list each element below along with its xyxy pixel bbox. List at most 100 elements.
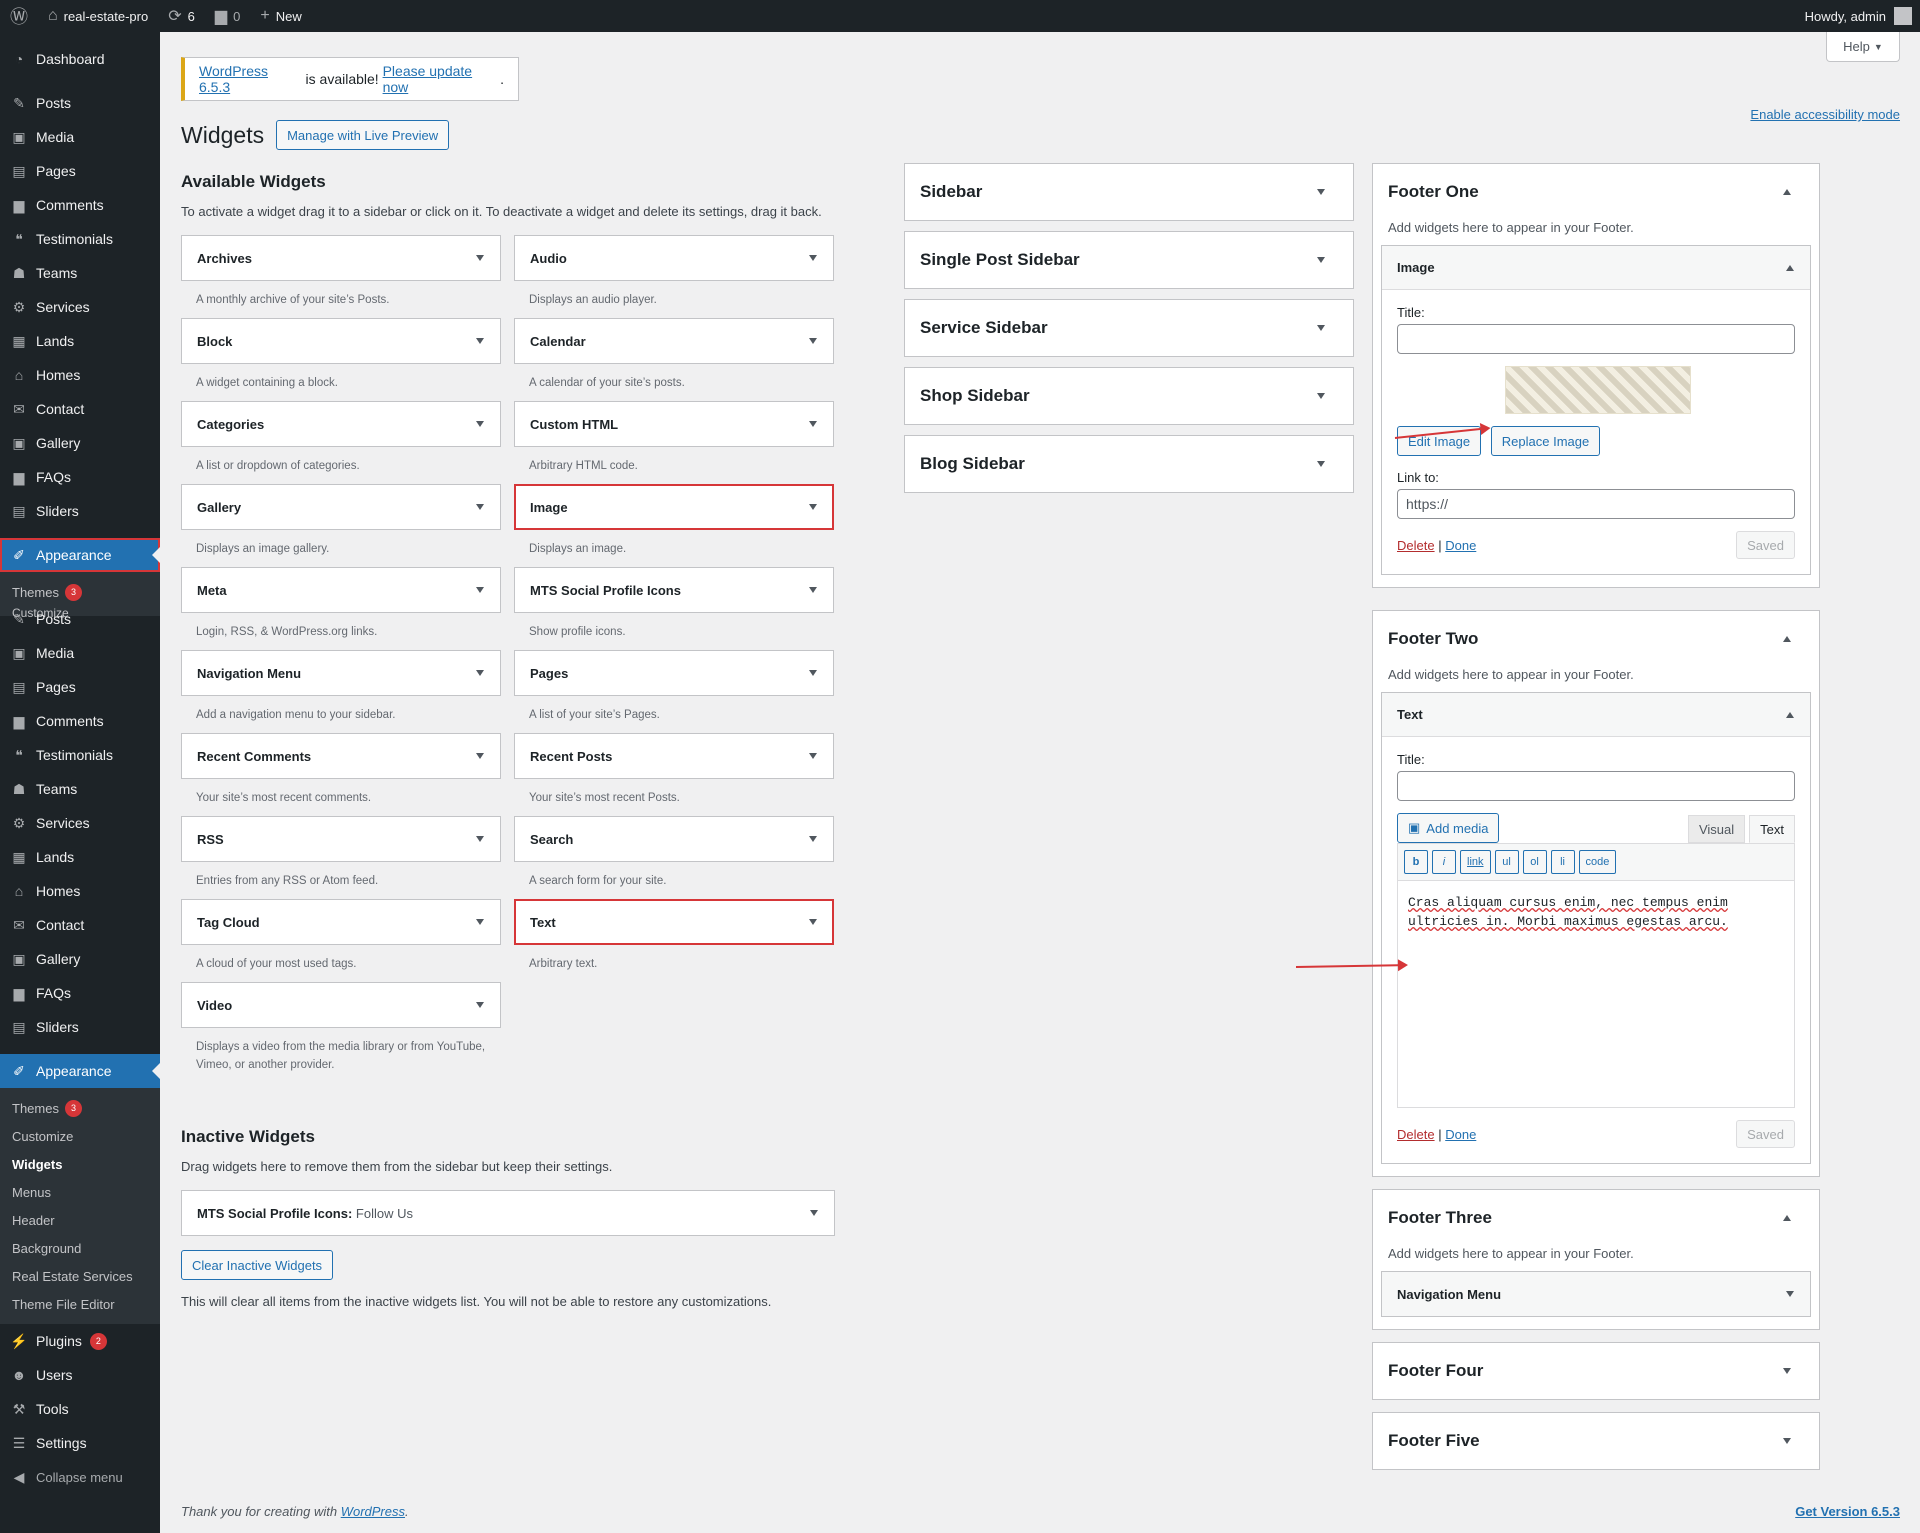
widget-meta[interactable]: Meta — [181, 567, 501, 613]
wordpress-logo-icon[interactable]: Ⓦ — [0, 0, 38, 32]
menu-teams-2[interactable]: ☗ Teams — [0, 772, 160, 806]
quicktag-ul[interactable]: ul — [1494, 850, 1519, 874]
menu-comments-2[interactable]: ▆ Comments — [0, 704, 160, 738]
widget-audio[interactable]: Audio — [514, 235, 834, 281]
navigation-menu-widget-header[interactable]: Navigation Menu — [1382, 1272, 1810, 1316]
wordpress-version-link[interactable]: WordPress 6.5.3 — [199, 63, 302, 95]
update-now-link[interactable]: Please update now — [383, 63, 501, 95]
manage-live-preview-button[interactable]: Manage with Live Preview — [276, 120, 450, 150]
area-sidebar[interactable]: Sidebar — [904, 163, 1354, 221]
area-shop-sidebar[interactable]: Shop Sidebar — [904, 367, 1354, 425]
image-link-input[interactable]: https:// — [1397, 489, 1795, 519]
add-media-button[interactable]: ▣ Add media — [1397, 813, 1500, 843]
quicktag-italic[interactable]: i — [1432, 850, 1456, 874]
submenu-header[interactable]: Header — [0, 1206, 160, 1234]
clear-inactive-widgets-button[interactable]: Clear Inactive Widgets — [181, 1250, 334, 1280]
menu-lands[interactable]: ▦ Lands — [0, 324, 160, 358]
menu-media[interactable]: ▣ Media — [0, 120, 160, 154]
area-footer-four[interactable]: Footer Four — [1372, 1342, 1820, 1400]
submenu-customize[interactable]: Customize — [0, 1122, 160, 1150]
widget-navigation-menu[interactable]: Navigation Menu — [181, 650, 501, 696]
menu-media-2[interactable]: ▣ Media — [0, 636, 160, 670]
menu-plugins[interactable]: ⚡ Plugins 2 — [0, 1324, 160, 1358]
quicktag-code[interactable]: code — [1578, 850, 1617, 874]
menu-tools[interactable]: ⚒ Tools — [0, 1392, 160, 1426]
menu-settings[interactable]: ☰ Settings — [0, 1426, 160, 1460]
done-link[interactable]: Done — [1445, 1127, 1476, 1142]
menu-testimonials-2[interactable]: ❝ Testimonials — [0, 738, 160, 772]
menu-homes[interactable]: ⌂ Homes — [0, 358, 160, 392]
done-link[interactable]: Done — [1445, 538, 1476, 553]
widget-tag-cloud[interactable]: Tag Cloud — [181, 899, 501, 945]
submenu-real-estate-services[interactable]: Real Estate Services — [0, 1262, 160, 1290]
image-title-input[interactable] — [1397, 324, 1795, 354]
area-footer-two-header[interactable]: Footer Two — [1373, 611, 1819, 667]
widget-calendar[interactable]: Calendar — [514, 318, 834, 364]
accessibility-mode-link[interactable]: Enable accessibility mode — [1750, 107, 1900, 122]
widget-gallery[interactable]: Gallery — [181, 484, 501, 530]
menu-services[interactable]: ⚙ Services — [0, 290, 160, 324]
quicktag-li[interactable]: li — [1550, 850, 1575, 874]
menu-gallery[interactable]: ▣ Gallery — [0, 426, 160, 460]
new-content-link[interactable]: + New — [250, 0, 311, 32]
menu-users[interactable]: ☻ Users — [0, 1358, 160, 1392]
menu-gallery-2[interactable]: ▣ Gallery — [0, 942, 160, 976]
comments-link[interactable]: ▆ 0 — [205, 0, 251, 32]
menu-posts-2[interactable]: ✎ Posts — [0, 602, 160, 636]
menu-pages-2[interactable]: ▤ Pages — [0, 670, 160, 704]
submenu-widgets[interactable]: Widgets — [0, 1150, 160, 1178]
inactive-widget-mts-social[interactable]: MTS Social Profile Icons: Follow Us — [181, 1190, 835, 1236]
updates-link[interactable]: ⟳ 6 — [158, 0, 205, 32]
text-widget-header[interactable]: Text — [1382, 693, 1810, 737]
area-single-post-sidebar[interactable]: Single Post Sidebar — [904, 231, 1354, 289]
menu-dashboard[interactable]: ◔ Dashboard — [0, 42, 160, 76]
submenu-themes[interactable]: Themes 3 — [0, 1094, 160, 1122]
menu-appearance[interactable]: ✐ Appearance — [0, 1054, 160, 1088]
menu-comments[interactable]: ▆ Comments — [0, 188, 160, 222]
image-preview[interactable] — [1505, 366, 1691, 414]
widget-search[interactable]: Search — [514, 816, 834, 862]
delete-link[interactable]: Delete — [1397, 1127, 1435, 1142]
widget-text[interactable]: Text — [514, 899, 834, 945]
widget-recent-posts[interactable]: Recent Posts — [514, 733, 834, 779]
area-footer-five[interactable]: Footer Five — [1372, 1412, 1820, 1470]
menu-testimonials[interactable]: ❝ Testimonials — [0, 222, 160, 256]
widget-rss[interactable]: RSS — [181, 816, 501, 862]
menu-homes-2[interactable]: ⌂ Homes — [0, 874, 160, 908]
area-service-sidebar[interactable]: Service Sidebar — [904, 299, 1354, 357]
widget-video[interactable]: Video — [181, 982, 501, 1028]
delete-link[interactable]: Delete — [1397, 538, 1435, 553]
my-account[interactable]: Howdy, admin — [1805, 7, 1920, 25]
menu-lands-2[interactable]: ▦ Lands — [0, 840, 160, 874]
text-content-textarea[interactable]: Cras aliquam cursus enim, nec tempus eni… — [1397, 880, 1795, 1108]
text-title-input[interactable] — [1397, 771, 1795, 801]
help-button[interactable]: Help ▼ — [1826, 32, 1900, 62]
site-name-link[interactable]: ⌂ real-estate-pro — [38, 0, 158, 32]
area-blog-sidebar[interactable]: Blog Sidebar — [904, 435, 1354, 493]
menu-faqs[interactable]: ▆ FAQs — [0, 460, 160, 494]
menu-pages[interactable]: ▤ Pages — [0, 154, 160, 188]
widget-custom-html[interactable]: Custom HTML — [514, 401, 834, 447]
tab-visual[interactable]: Visual — [1687, 815, 1746, 843]
menu-posts[interactable]: ✎ Posts — [0, 86, 160, 120]
menu-sliders-2[interactable]: ▤ Sliders — [0, 1010, 160, 1044]
widget-block[interactable]: Block — [181, 318, 501, 364]
saved-button[interactable]: Saved — [1736, 531, 1795, 559]
menu-contact-2[interactable]: ✉ Contact — [0, 908, 160, 942]
area-footer-one-header[interactable]: Footer One — [1373, 164, 1819, 220]
widget-categories[interactable]: Categories — [181, 401, 501, 447]
widget-pages[interactable]: Pages — [514, 650, 834, 696]
menu-faqs-2[interactable]: ▆ FAQs — [0, 976, 160, 1010]
menu-teams[interactable]: ☗ Teams — [0, 256, 160, 290]
collapse-menu-button[interactable]: ◀ Collapse menu — [0, 1460, 160, 1494]
menu-services-2[interactable]: ⚙ Services — [0, 806, 160, 840]
menu-sliders[interactable]: ▤ Sliders — [0, 494, 160, 528]
widget-mts-social[interactable]: MTS Social Profile Icons — [514, 567, 834, 613]
replace-image-button[interactable]: Replace Image — [1490, 426, 1601, 456]
wordpress-link[interactable]: WordPress — [341, 1504, 405, 1519]
widget-image[interactable]: Image — [514, 484, 834, 530]
submenu-background[interactable]: Background — [0, 1234, 160, 1262]
widget-recent-comments[interactable]: Recent Comments — [181, 733, 501, 779]
quicktag-link[interactable]: link — [1460, 850, 1491, 874]
area-footer-three-header[interactable]: Footer Three — [1373, 1190, 1819, 1246]
